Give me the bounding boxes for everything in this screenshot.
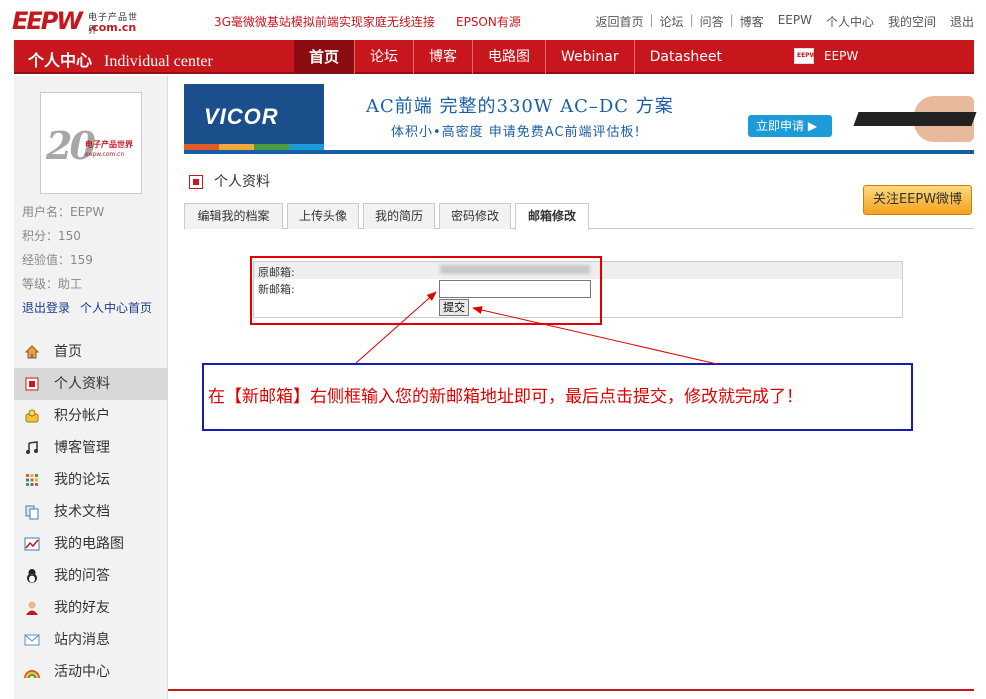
footer-divider — [168, 689, 974, 691]
annotation-arrows — [355, 291, 718, 365]
arrow-to-input — [355, 291, 437, 364]
arrow-to-submit — [472, 306, 718, 365]
